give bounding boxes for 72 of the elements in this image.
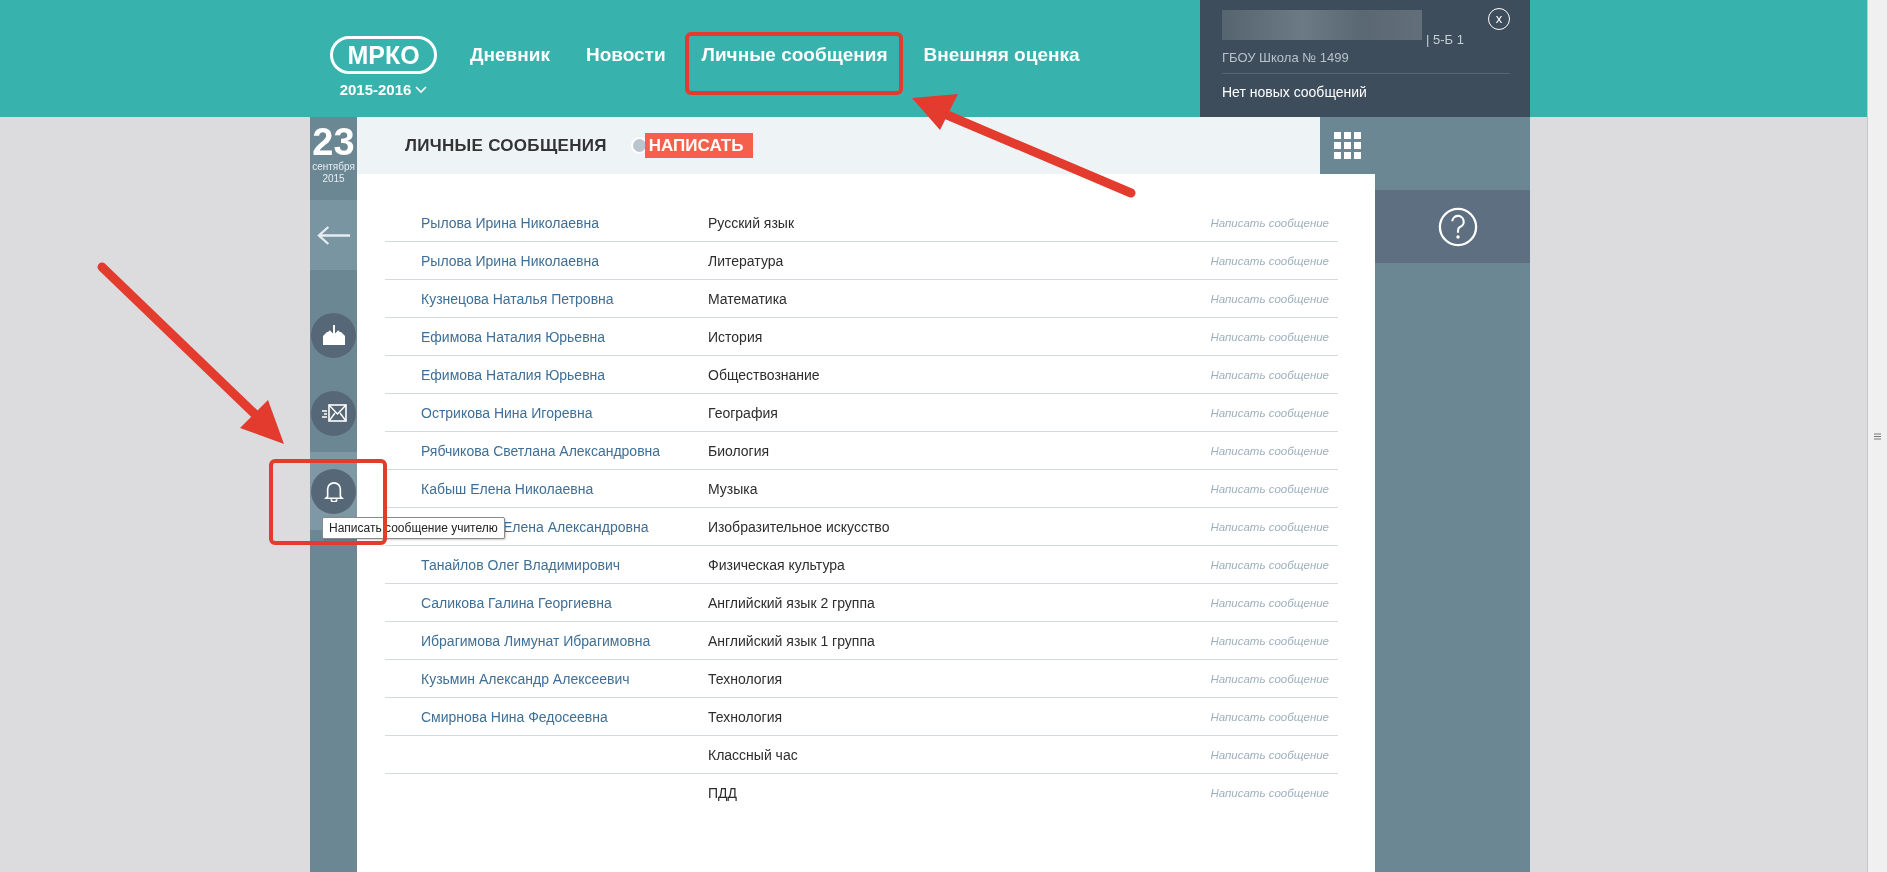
write-message-link[interactable]: Написать сообщение [1210,672,1338,685]
compose-button[interactable]: НАПИСАТЬ [644,133,754,158]
subject-cell-text: Технология [708,708,784,725]
date-month: сентября [312,161,355,173]
subject-cell-text: Обществознание [708,366,821,383]
write-message-link[interactable]: Написать сообщение [1210,444,1338,457]
date-year: 2015 [322,173,345,185]
teacher-link[interactable]: Смирнова Нина Федосеевна [421,708,608,725]
teacher-link[interactable]: Ефимова Наталия Юрьевна [421,366,606,383]
envelope-icon [320,404,347,422]
subject-cell-text: Технология [708,670,784,687]
subject-cell-text: География [708,404,779,421]
scroll-grip-icon [1874,432,1881,440]
teacher-link[interactable]: Танайлов Олег Владимирович [421,556,621,573]
teacher-link[interactable]: Острикова Нина Игоревна [421,404,593,421]
nav-link[interactable]: Новости [585,44,666,66]
subject-cell-text: Классный час [708,746,799,763]
page-title: ЛИЧНЫЕ СООБЩЕНИЯ [405,135,607,156]
write-message-link[interactable]: Написать сообщение [1210,216,1338,229]
subject-cell-text: Русский язык [708,214,796,231]
subject-cell-text: История [708,328,764,345]
back-arrow-icon [316,224,351,246]
subject-cell-text: Физическая культура [708,556,846,573]
teacher-link[interactable]: Кабыш Елена Николаевна [421,480,594,497]
write-message-link[interactable]: Написать сообщение [1210,254,1338,267]
bell-icon [323,480,344,502]
class-label: | 5-Б 1 [1426,32,1464,47]
write-message-link[interactable]: Написать сообщение [1210,292,1338,305]
teacher-link[interactable]: Ефимова Наталия Юрьевна [421,328,606,345]
write-message-link[interactable]: Написать сообщение [1210,406,1338,419]
write-message-link[interactable]: Написать сообщение [1210,596,1338,609]
scrollbar[interactable] [1867,0,1887,872]
notification-text: Нет новых сообщений [1222,84,1368,100]
nav-link[interactable]: Личные сообщения [701,44,888,66]
subject-cell-text: Литература [708,252,785,269]
teacher-link[interactable]: Кузнецова Наталья Петровна [421,290,614,307]
teacher-link[interactable]: Кузьмин Александр Алексеевич [421,670,630,687]
apps-grid-icon[interactable] [1334,132,1361,159]
write-message-link[interactable]: Написать сообщение [1210,634,1338,647]
nav-link[interactable]: Дневник [470,44,550,66]
teacher-link[interactable]: Ибрагимова Лимунат Ибрагимовна [421,632,651,649]
back-button[interactable] [310,200,357,270]
subject-cell-text: Математика [708,290,788,307]
subject-cell-text: Английский язык 2 группа [708,594,876,611]
teacher-link[interactable]: Саликова Галина Георгиевна [421,594,612,611]
logo[interactable]: МРКО [330,36,437,74]
subject-cell-text: ПДД [708,784,739,801]
school-name: ГБОУ Школа № 1499 [1222,50,1350,65]
subject-cell-text: Биология [708,442,771,459]
nav-link[interactable]: Внешняя оценка [923,44,1080,66]
date-day: 23 [312,123,355,161]
write-message-link[interactable]: Написать сообщение [1210,710,1338,723]
teacher-link[interactable]: Рылова Ирина Николаевна [421,252,599,269]
sidebar-button[interactable] [311,312,356,358]
year-selector[interactable]: 2015-2016 [339,81,428,98]
chevron-down-icon [415,85,428,94]
write-message-link[interactable]: Написать сообщение [1210,558,1338,571]
write-message-link[interactable]: Написать сообщение [1210,368,1338,381]
help-icon[interactable] [1437,206,1478,247]
write-message-link[interactable]: Написать сообщение [1210,786,1338,799]
write-message-link[interactable]: Написать сообщение [1210,482,1338,495]
write-message-link[interactable]: Написать сообщение [1210,520,1338,533]
teacher-link[interactable]: Рылова Ирина Николаевна [421,214,599,231]
sidebar-button[interactable] [311,390,356,436]
sidebar-button[interactable] [311,468,356,514]
write-message-link[interactable]: Написать сообщение [1210,330,1338,343]
subject-cell-text: Изобразительное искусство [708,518,891,535]
subject-cell-text: Английский язык 1 группа [708,632,876,649]
teacher-link[interactable]: Рябчикова Светлана Александровна [421,442,661,459]
write-message-link[interactable]: Написать сообщение [1210,748,1338,761]
tooltip: Написать сообщение учителю [322,517,505,539]
subject-cell-text: Музыка [708,480,759,497]
